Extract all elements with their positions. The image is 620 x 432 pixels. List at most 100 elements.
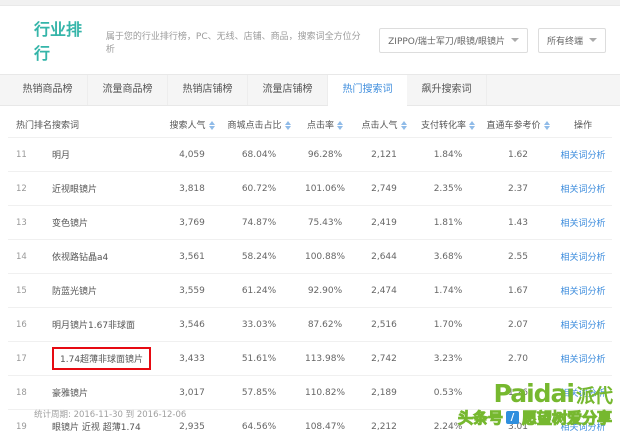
related-words-link[interactable]: 相关词分析 bbox=[560, 219, 605, 229]
click-popularity-cell: 2,189 bbox=[354, 376, 414, 410]
ztc-price-cell: 1.62 bbox=[482, 138, 554, 172]
search-popularity-cell: 3,561 bbox=[162, 240, 222, 274]
col-header-search-popularity[interactable]: 搜索人气 bbox=[162, 110, 222, 138]
col-header-pay-conversion[interactable]: 支付转化率 bbox=[414, 110, 482, 138]
sort-icon[interactable] bbox=[401, 121, 407, 130]
keyword-text: 依视路钻晶a4 bbox=[52, 253, 108, 263]
keyword-text: 近视眼镜片 bbox=[52, 185, 97, 195]
table-row: 15防蓝光镜片3,55961.24%92.90%2,4741.74%1.67相关… bbox=[8, 274, 612, 308]
keyword-text: 变色镜片 bbox=[52, 219, 88, 229]
click-popularity-cell: 2,121 bbox=[354, 138, 414, 172]
pay-conversion-cell: 3.23% bbox=[414, 342, 482, 376]
search-popularity-cell: 4,059 bbox=[162, 138, 222, 172]
tab-traffic-shops[interactable]: 流量店铺榜 bbox=[248, 75, 328, 105]
related-words-link[interactable]: 相关词分析 bbox=[560, 287, 605, 297]
rank-cell: 16 bbox=[8, 308, 50, 342]
click-rate-cell: 92.90% bbox=[296, 274, 354, 308]
tab-bar: 热销商品榜 流量商品榜 热销店铺榜 流量店铺榜 热门搜索词 飙升搜索词 bbox=[0, 74, 620, 106]
keyword-cell: 防蓝光镜片 bbox=[50, 274, 162, 308]
click-popularity-cell: 2,419 bbox=[354, 206, 414, 240]
industry-ranking-page: 行业排行 属于您的行业排行榜，PC、无线、店铺、商品，搜索词全方位分析 ZIPP… bbox=[0, 0, 620, 432]
col-header-click-rate[interactable]: 点击率 bbox=[296, 110, 354, 138]
sort-icon[interactable] bbox=[209, 121, 215, 130]
mall-click-ratio-cell: 64.56% bbox=[222, 410, 296, 432]
mall-click-ratio-cell: 57.85% bbox=[222, 376, 296, 410]
click-rate-cell: 110.82% bbox=[296, 376, 354, 410]
tab-rising-search-words[interactable]: 飙升搜索词 bbox=[407, 75, 487, 105]
ztc-price-cell: 2.07 bbox=[482, 308, 554, 342]
tab-hot-search-words[interactable]: 热门搜索词 bbox=[328, 75, 407, 106]
terminal-dropdown[interactable]: 所有终端 bbox=[538, 28, 606, 53]
keyword-text: 明月 bbox=[52, 151, 70, 161]
related-words-link[interactable]: 相关词分析 bbox=[560, 389, 605, 399]
pay-conversion-cell: 1.84% bbox=[414, 138, 482, 172]
pay-conversion-cell: 3.68% bbox=[414, 240, 482, 274]
mall-click-ratio-cell: 33.03% bbox=[222, 308, 296, 342]
ztc-price-cell: 2.37 bbox=[482, 172, 554, 206]
action-cell: 相关词分析 bbox=[554, 308, 612, 342]
sort-icon[interactable] bbox=[337, 121, 343, 130]
page-header: 行业排行 属于您的行业排行榜，PC、无线、店铺、商品，搜索词全方位分析 ZIPP… bbox=[0, 6, 620, 68]
chevron-down-icon bbox=[589, 38, 597, 42]
pay-conversion-cell: 2.24% bbox=[414, 410, 482, 432]
keyword-cell: 依视路钻晶a4 bbox=[50, 240, 162, 274]
pay-conversion-cell: 1.74% bbox=[414, 274, 482, 308]
ztc-price-cell: 3.01 bbox=[482, 410, 554, 432]
keyword-text: 明月镜片1.67非球面 bbox=[52, 321, 135, 331]
related-words-link[interactable]: 相关词分析 bbox=[560, 423, 605, 432]
ztc-price-cell: 2.55 bbox=[482, 240, 554, 274]
pay-conversion-cell: 1.81% bbox=[414, 206, 482, 240]
col-header-mall-click-ratio[interactable]: 商城点击占比 bbox=[222, 110, 296, 138]
tab-traffic-products[interactable]: 流量商品榜 bbox=[88, 75, 168, 105]
action-cell: 相关词分析 bbox=[554, 274, 612, 308]
click-rate-cell: 96.28% bbox=[296, 138, 354, 172]
search-popularity-cell: 3,433 bbox=[162, 342, 222, 376]
related-words-link[interactable]: 相关词分析 bbox=[560, 185, 605, 195]
rank-cell: 15 bbox=[8, 274, 50, 308]
category-dropdown[interactable]: ZIPPO/瑞士军刀/眼镜/眼镜片 bbox=[379, 28, 528, 53]
tab-hot-shops[interactable]: 热销店铺榜 bbox=[168, 75, 248, 105]
ztc-price-cell: 1.43 bbox=[482, 206, 554, 240]
tab-hot-products[interactable]: 热销商品榜 bbox=[8, 75, 88, 105]
sort-icon[interactable] bbox=[285, 121, 291, 130]
related-words-link[interactable]: 相关词分析 bbox=[560, 253, 605, 263]
pay-conversion-cell: 0.53% bbox=[414, 376, 482, 410]
keyword-cell: 近视眼镜片 bbox=[50, 172, 162, 206]
table-body: 11明月4,05968.04%96.28%2,1211.84%1.62相关词分析… bbox=[8, 138, 612, 432]
click-popularity-cell: 2,749 bbox=[354, 172, 414, 206]
search-popularity-cell: 3,769 bbox=[162, 206, 222, 240]
action-cell: 相关词分析 bbox=[554, 342, 612, 376]
sort-icon[interactable] bbox=[469, 121, 475, 130]
search-popularity-cell: 3,546 bbox=[162, 308, 222, 342]
mall-click-ratio-cell: 61.24% bbox=[222, 274, 296, 308]
col-header-ztc-price[interactable]: 直通车参考价 bbox=[482, 110, 554, 138]
click-rate-cell: 101.06% bbox=[296, 172, 354, 206]
action-cell: 相关词分析 bbox=[554, 240, 612, 274]
click-rate-cell: 75.43% bbox=[296, 206, 354, 240]
keyword-text: 防蓝光镜片 bbox=[52, 287, 97, 297]
table-row: 11明月4,05968.04%96.28%2,1211.84%1.62相关词分析 bbox=[8, 138, 612, 172]
table-row: 18豪雅镜片3,01757.85%110.82%2,1890.53%1.26相关… bbox=[8, 376, 612, 410]
related-words-link[interactable]: 相关词分析 bbox=[560, 151, 605, 161]
rank-cell: 12 bbox=[8, 172, 50, 206]
sort-icon[interactable] bbox=[544, 121, 550, 130]
page-title: 行业排行 bbox=[34, 16, 98, 64]
category-dropdown-value: ZIPPO/瑞士军刀/眼镜/眼镜片 bbox=[388, 34, 505, 47]
col-header-keyword: 搜索词 bbox=[50, 110, 162, 138]
col-header-rank: 热门排名 bbox=[8, 110, 50, 138]
col-header-click-popularity[interactable]: 点击人气 bbox=[354, 110, 414, 138]
click-popularity-cell: 2,212 bbox=[354, 410, 414, 432]
click-rate-cell: 113.98% bbox=[296, 342, 354, 376]
click-popularity-cell: 2,742 bbox=[354, 342, 414, 376]
rank-cell: 11 bbox=[8, 138, 50, 172]
stat-period: 统计周期: 2016-11-30 到 2016-12-06 bbox=[34, 408, 186, 420]
mall-click-ratio-cell: 60.72% bbox=[222, 172, 296, 206]
ranking-table: 热门排名 搜索词 搜索人气 商城点击占比 点击率 点击人气 支付转化率 直通车参… bbox=[8, 110, 612, 432]
table-row: 12近视眼镜片3,81860.72%101.06%2,7492.35%2.37相… bbox=[8, 172, 612, 206]
related-words-link[interactable]: 相关词分析 bbox=[560, 321, 605, 331]
related-words-link[interactable]: 相关词分析 bbox=[560, 355, 605, 365]
table-row: 171.74超薄非球面镜片3,43351.61%113.98%2,7423.23… bbox=[8, 342, 612, 376]
mall-click-ratio-cell: 74.87% bbox=[222, 206, 296, 240]
ztc-price-cell: 1.26 bbox=[482, 376, 554, 410]
action-cell: 相关词分析 bbox=[554, 206, 612, 240]
